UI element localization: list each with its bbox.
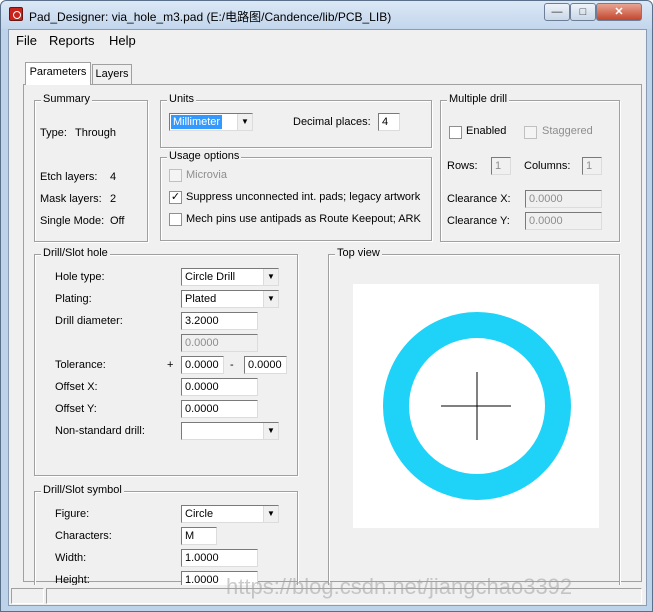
chevron-down-icon[interactable]: ▼ <box>263 423 278 439</box>
rows-input[interactable]: 1 <box>491 157 511 175</box>
tab-parameters[interactable]: Parameters <box>25 62 91 85</box>
multiple-drill-title: Multiple drill <box>447 93 510 105</box>
decimal-places-input[interactable]: 4 <box>378 113 400 131</box>
offset-y-input[interactable]: 0.0000 <box>181 400 258 418</box>
mask-layers-label: Mask layers: <box>40 193 102 205</box>
columns-input[interactable]: 1 <box>582 157 602 175</box>
enabled-checkbox[interactable] <box>449 126 462 139</box>
characters-input[interactable]: M <box>181 527 217 545</box>
pad-preview <box>383 312 571 500</box>
staggered-checkbox[interactable] <box>524 126 537 139</box>
chevron-down-icon[interactable]: ▼ <box>263 291 278 307</box>
status-pane-left <box>11 588 44 604</box>
chevron-down-icon[interactable]: ▼ <box>237 114 252 130</box>
units-title: Units <box>167 93 197 105</box>
multiple-drill-group: Multiple drill Enabled Staggered Rows: 1… <box>440 93 620 242</box>
tolerance-minus-input[interactable]: 0.0000 <box>244 356 287 374</box>
single-mode-label: Single Mode: <box>40 215 105 227</box>
chevron-down-icon[interactable]: ▼ <box>263 506 278 522</box>
units-select-value: Millimeter <box>171 115 223 129</box>
type-label: Type: <box>40 127 67 139</box>
suppress-unconnected-checkbox[interactable]: ✓ <box>169 191 182 204</box>
decimal-places-label: Decimal places: <box>293 116 371 128</box>
hole-type-label: Hole type: <box>55 271 105 283</box>
offset-x-label: Offset X: <box>55 381 98 393</box>
suppress-unconnected-label: Suppress unconnected int. pads; legacy a… <box>186 191 421 203</box>
etch-layers-label: Etch layers: <box>40 171 98 183</box>
clearance-x-input[interactable]: 0.0000 <box>525 190 602 208</box>
mech-pins-label: Mech pins use antipads as Route Keepout;… <box>186 213 421 225</box>
drill-diameter-label: Drill diameter: <box>55 315 123 327</box>
window-title: Pad_Designer: via_hole_m3.pad (E:/电路图/Ca… <box>29 10 392 24</box>
type-value: Through <box>75 127 116 139</box>
menu-help[interactable]: Help <box>109 33 136 48</box>
mech-pins-checkbox[interactable] <box>169 213 182 226</box>
usage-options-group: Usage options Microvia ✓ Suppress unconn… <box>160 150 432 241</box>
drill-symbol-title: Drill/Slot symbol <box>41 484 124 496</box>
drill-hole-title: Drill/Slot hole <box>41 247 110 259</box>
chevron-down-icon[interactable]: ▼ <box>263 269 278 285</box>
top-view-canvas <box>353 284 599 528</box>
minimize-button[interactable]: — <box>544 3 570 21</box>
non-standard-drill-label: Non-standard drill: <box>55 425 145 437</box>
tolerance-minus-sign: - <box>230 359 234 371</box>
non-standard-drill-select[interactable]: ▼ <box>181 422 279 440</box>
clearance-y-label: Clearance Y: <box>447 215 510 227</box>
pad-designer-app-icon <box>9 7 23 21</box>
top-view-title: Top view <box>335 247 382 259</box>
summary-group: Summary Type: Through Etch layers: 4 Mas… <box>34 93 148 242</box>
tab-layers[interactable]: Layers <box>92 64 132 85</box>
menu-reports[interactable]: Reports <box>49 33 95 48</box>
plating-value: Plated <box>185 293 217 305</box>
mask-layers-value: 2 <box>110 193 117 205</box>
microvia-checkbox[interactable] <box>169 169 182 182</box>
width-input[interactable]: 1.0000 <box>181 549 258 567</box>
hole-type-select[interactable]: Circle Drill ▼ <box>181 268 279 286</box>
clearance-y-input[interactable]: 0.0000 <box>525 212 602 230</box>
tolerance-plus-input[interactable]: 0.0000 <box>181 356 224 374</box>
drill-secondary-input[interactable]: 0.0000 <box>181 334 258 352</box>
tolerance-plus-sign: + <box>167 359 174 371</box>
figure-value: Circle <box>185 508 214 520</box>
units-select[interactable]: Millimeter ▼ <box>169 113 253 131</box>
title-bar[interactable]: Pad_Designer: via_hole_m3.pad (E:/电路图/Ca… <box>1 1 652 29</box>
clearance-x-label: Clearance X: <box>447 193 511 205</box>
plating-select[interactable]: Plated ▼ <box>181 290 279 308</box>
rows-label: Rows: <box>447 160 478 172</box>
columns-label: Columns: <box>524 160 571 172</box>
app-window: Pad_Designer: via_hole_m3.pad (E:/电路图/Ca… <box>0 0 653 612</box>
width-label: Width: <box>55 552 87 564</box>
units-group: Units Millimeter ▼ Decimal places: 4 <box>160 93 432 148</box>
maximize-button[interactable]: □ <box>570 3 596 21</box>
etch-layers-value: 4 <box>110 171 117 183</box>
figure-label: Figure: <box>55 508 90 520</box>
offset-x-input[interactable]: 0.0000 <box>181 378 258 396</box>
characters-label: Characters: <box>55 530 112 542</box>
menu-file[interactable]: File <box>16 33 37 48</box>
usage-options-title: Usage options <box>167 150 242 162</box>
figure-select[interactable]: Circle ▼ <box>181 505 279 523</box>
menu-bar: File Reports Help <box>9 30 646 52</box>
microvia-label: Microvia <box>186 169 227 181</box>
enabled-label: Enabled <box>466 125 507 137</box>
single-mode-value: Off <box>110 215 125 227</box>
tolerance-label: Tolerance: <box>55 359 106 371</box>
hole-type-value: Circle Drill <box>185 271 236 283</box>
plating-label: Plating: <box>55 293 92 305</box>
drill-diameter-input[interactable]: 3.2000 <box>181 312 258 330</box>
staggered-label: Staggered <box>542 125 593 137</box>
watermark-text: https://blog.csdn.net/jiangchao3392 <box>226 574 573 599</box>
close-button[interactable]: ✕ <box>596 3 642 21</box>
offset-y-label: Offset Y: <box>55 403 97 415</box>
summary-title: Summary <box>41 93 93 105</box>
drill-hole-group: Drill/Slot hole Hole type: Circle Drill … <box>34 247 298 476</box>
